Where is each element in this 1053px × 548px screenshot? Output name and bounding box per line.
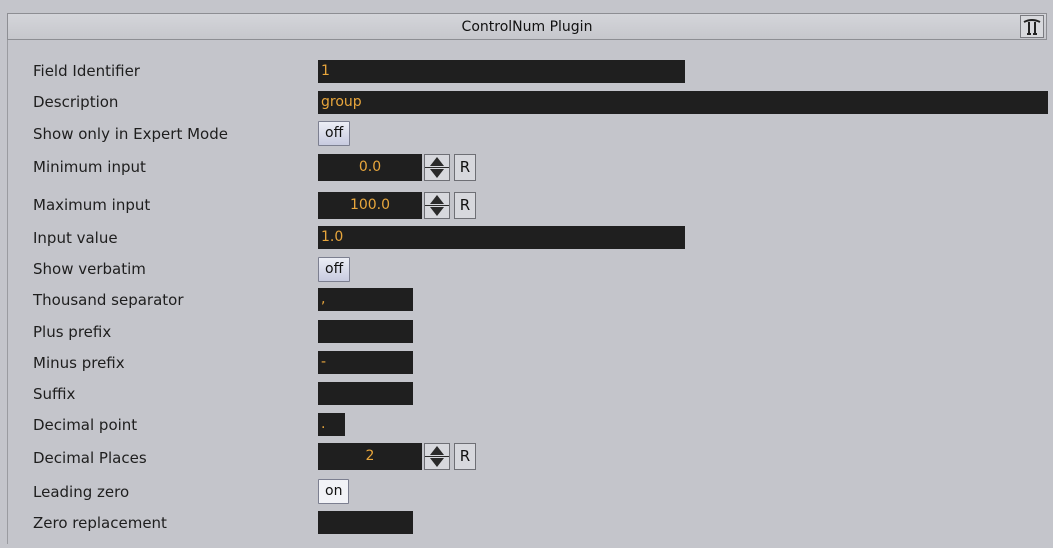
increment-arrow-icon[interactable] <box>430 157 444 166</box>
zero-replacement-input[interactable] <box>318 511 413 534</box>
minimum-input-label: Minimum input <box>33 158 146 176</box>
plus-prefix-input[interactable] <box>318 320 413 343</box>
input-value-label: Input value <box>33 229 118 247</box>
leading-zero-label: Leading zero <box>33 483 130 501</box>
thousand-separator-input[interactable]: , <box>318 288 413 311</box>
maximum-input-reset-button[interactable]: R <box>454 192 476 219</box>
stepper-divider <box>425 456 449 457</box>
plugin-logo-icon[interactable] <box>1020 15 1044 38</box>
field-identifier-label: Field Identifier <box>33 62 140 80</box>
plus-prefix-label: Plus prefix <box>33 323 112 341</box>
stepper-divider <box>425 167 449 168</box>
decimal-places-reset-button[interactable]: R <box>454 443 476 470</box>
plugin-properties-panel: Field Identifier 1 Description group Sho… <box>7 40 1048 544</box>
show-verbatim-toggle[interactable]: off <box>318 257 351 282</box>
input-value-input[interactable]: 1.0 <box>318 226 685 249</box>
decimal-point-input[interactable]: . <box>318 413 345 436</box>
increment-arrow-icon[interactable] <box>430 195 444 204</box>
decrement-arrow-icon[interactable] <box>430 207 444 216</box>
maximum-input-stepper[interactable] <box>424 192 450 219</box>
decimal-places-stepper[interactable] <box>424 443 450 470</box>
minus-prefix-label: Minus prefix <box>33 354 125 372</box>
decrement-arrow-icon[interactable] <box>430 169 444 178</box>
decimal-point-label: Decimal point <box>33 416 138 434</box>
minimum-input-stepper[interactable] <box>424 154 450 181</box>
leading-zero-toggle[interactable]: on <box>318 479 350 504</box>
minimum-input-field[interactable]: 0.0 <box>318 154 422 181</box>
decrement-arrow-icon[interactable] <box>430 458 444 467</box>
window-title: ControlNum Plugin <box>461 19 593 35</box>
minimum-input-reset-button[interactable]: R <box>454 154 476 181</box>
maximum-input-field[interactable]: 100.0 <box>318 192 422 219</box>
stepper-divider <box>425 205 449 206</box>
suffix-label: Suffix <box>33 385 76 403</box>
suffix-input[interactable] <box>318 382 413 405</box>
decimal-places-field[interactable]: 2 <box>318 443 422 470</box>
decimal-places-label: Decimal Places <box>33 449 147 467</box>
minus-prefix-input[interactable]: - <box>318 351 413 374</box>
maximum-input-label: Maximum input <box>33 196 151 214</box>
show-verbatim-label: Show verbatim <box>33 260 146 278</box>
description-label: Description <box>33 93 119 111</box>
increment-arrow-icon[interactable] <box>430 446 444 455</box>
expert-mode-label: Show only in Expert Mode <box>33 125 228 143</box>
field-identifier-input[interactable]: 1 <box>318 60 685 83</box>
thousand-separator-label: Thousand separator <box>33 291 184 309</box>
zero-replacement-label: Zero replacement <box>33 514 167 532</box>
expert-mode-toggle[interactable]: off <box>318 121 351 146</box>
window-titlebar: ControlNum Plugin <box>7 13 1047 40</box>
description-input[interactable]: group <box>318 91 1048 114</box>
